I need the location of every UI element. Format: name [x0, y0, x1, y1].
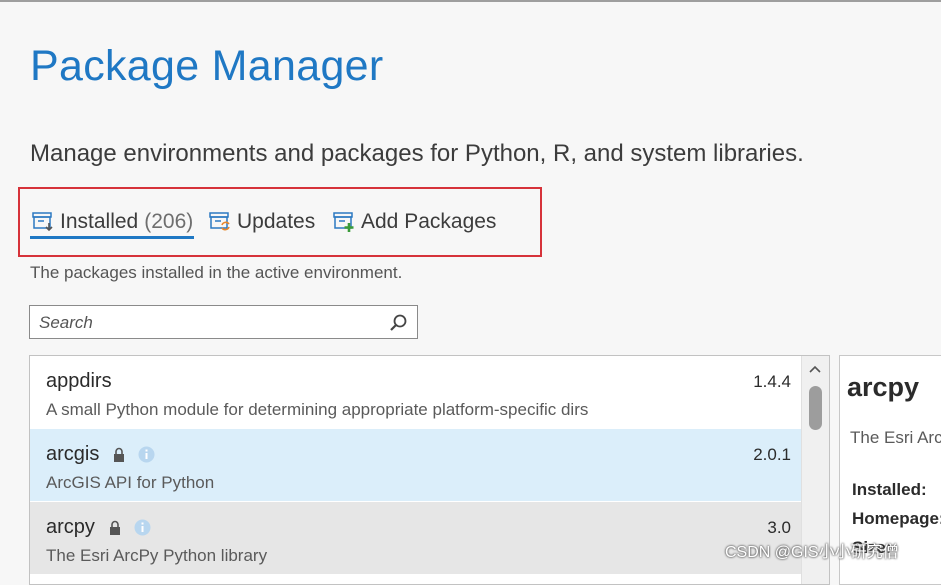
watermark: CSDN @GIS小小研究僧	[725, 544, 899, 561]
package-version: 1.4.4	[753, 372, 791, 391]
detail-package-name: arcpy	[847, 372, 920, 402]
scrollbar-thumb[interactable]	[809, 386, 822, 430]
list-item[interactable]: appdirs 1.4.4 A small Python module for …	[30, 356, 803, 428]
top-border	[0, 0, 941, 2]
package-name: arcpy	[46, 516, 95, 538]
search-input[interactable]	[37, 311, 381, 335]
tab-add-packages[interactable]: Add Packages	[332, 205, 496, 239]
tab-updates[interactable]: Updates	[208, 205, 315, 239]
package-description: The Esri ArcPy Python library	[46, 546, 268, 565]
tab-installed[interactable]: Installed (206)	[31, 205, 193, 239]
package-name: appdirs	[46, 370, 112, 392]
installed-package-icon	[32, 212, 53, 232]
detail-package-description: The Esri ArcPy Python library	[850, 428, 941, 447]
package-version: 2.0.1	[753, 445, 791, 464]
detail-homepage-label: Homepage:	[852, 509, 941, 528]
tab-installed-count: (206)	[144, 210, 194, 233]
package-list: appdirs 1.4.4 A small Python module for …	[29, 355, 830, 585]
chevron-up-icon[interactable]	[809, 364, 821, 374]
list-item[interactable]: arcgis 2.0.1 ArcGIS API for Python	[30, 429, 803, 501]
package-version: 3.0	[767, 518, 791, 537]
package-description: A small Python module for determining ap…	[46, 400, 589, 419]
package-name: arcgis	[46, 443, 100, 465]
tab-updates-label: Updates	[237, 210, 316, 233]
tab-installed-label: Installed	[60, 210, 139, 233]
lock-icon	[109, 520, 120, 535]
page-title: Package Manager	[30, 42, 384, 90]
search-icon[interactable]	[388, 313, 408, 333]
search-box	[29, 305, 418, 339]
info-icon[interactable]	[138, 446, 155, 463]
detail-installed-label: Installed:	[852, 480, 927, 499]
tab-description: The packages installed in the active env…	[30, 263, 403, 282]
package-description: ArcGIS API for Python	[46, 473, 215, 492]
info-icon[interactable]	[134, 519, 151, 536]
tab-add-packages-label: Add Packages	[361, 210, 497, 233]
active-tab-indicator	[30, 236, 194, 239]
lock-icon	[114, 447, 125, 462]
add-package-icon	[333, 212, 354, 232]
updates-package-icon	[209, 212, 230, 231]
page-subtitle: Manage environments and packages for Pyt…	[30, 140, 804, 167]
list-item[interactable]: arcpy 3.0 The Esri ArcPy Python library	[30, 502, 803, 574]
